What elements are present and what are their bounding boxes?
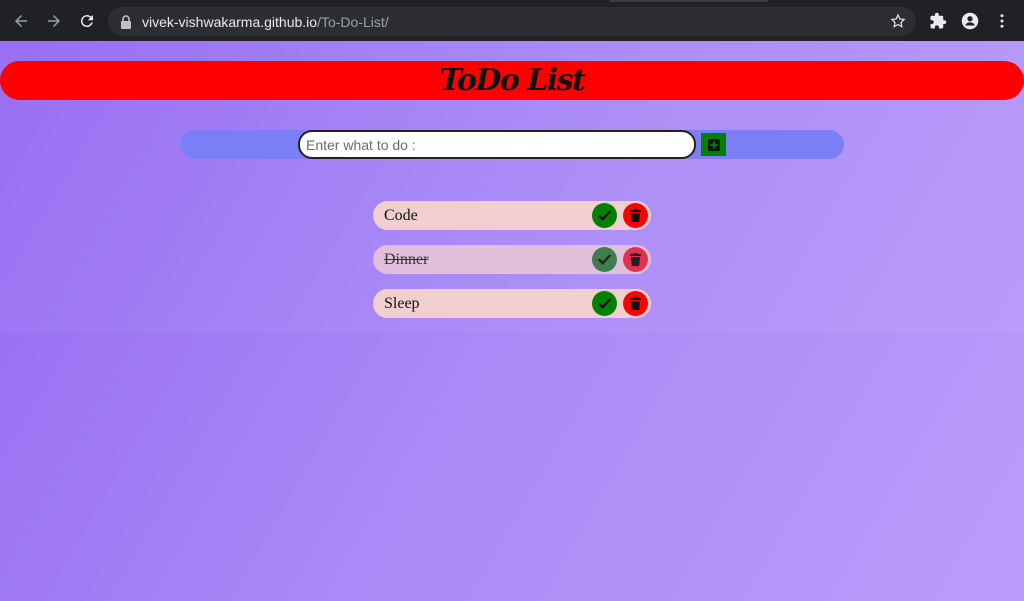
todo-item: Dinner <box>373 245 651 274</box>
address-url: vivek-vishwakarma.github.io/To-Do-List/ <box>142 14 389 30</box>
url-host: vivek-vishwakarma.github.io <box>142 13 318 30</box>
browser-toolbar: vivek-vishwakarma.github.io/To-Do-List/ <box>0 0 1024 41</box>
lock-icon <box>121 14 131 29</box>
reload-icon <box>80 15 93 28</box>
puzzle-icon <box>930 12 947 29</box>
add-todo-bar <box>180 130 844 159</box>
url-path: /To-Do-List/ <box>317 13 389 30</box>
menu-button[interactable] <box>992 11 1012 31</box>
delete-button[interactable] <box>623 203 648 228</box>
check-icon <box>598 254 611 265</box>
address-bar[interactable]: vivek-vishwakarma.github.io/To-Do-List/ <box>108 7 916 36</box>
complete-button[interactable] <box>592 247 617 272</box>
back-button[interactable] <box>10 10 32 32</box>
reload-button[interactable] <box>76 10 98 32</box>
todo-item: Code <box>373 201 651 230</box>
profile-icon <box>961 12 979 30</box>
trash-icon <box>630 297 641 310</box>
todo-label: Code <box>384 206 418 224</box>
delete-button[interactable] <box>623 247 648 272</box>
profile-button[interactable] <box>960 11 980 31</box>
todo-list: Code Dinner Sleep <box>373 201 651 333</box>
plus-square-icon <box>707 138 720 151</box>
arrow-right-icon <box>48 15 60 27</box>
check-icon <box>598 298 611 309</box>
tab-strip-edge <box>610 0 768 2</box>
arrow-left-icon <box>15 15 27 27</box>
trash-icon <box>630 253 641 266</box>
todo-input[interactable] <box>298 130 696 159</box>
check-icon <box>598 210 611 221</box>
todo-app: ToDo List Code Dinner <box>0 41 1024 333</box>
forward-button[interactable] <box>43 10 65 32</box>
todo-item: Sleep <box>373 289 651 318</box>
trash-icon <box>630 209 641 222</box>
complete-button[interactable] <box>592 203 617 228</box>
todo-label: Dinner <box>384 250 429 268</box>
page-header: ToDo List <box>0 61 1024 100</box>
bookmark-star-icon[interactable] <box>890 13 906 29</box>
extensions-button[interactable] <box>928 11 948 31</box>
complete-button[interactable] <box>592 291 617 316</box>
page-title: ToDo List <box>439 63 586 98</box>
delete-button[interactable] <box>623 291 648 316</box>
kebab-menu-icon <box>1000 14 1004 28</box>
todo-label: Sleep <box>384 294 420 312</box>
add-todo-button[interactable] <box>701 133 726 156</box>
